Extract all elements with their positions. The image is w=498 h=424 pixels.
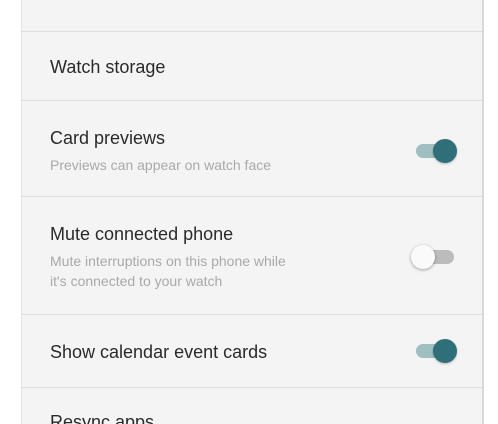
setting-title: Card previews	[50, 128, 166, 148]
toggle-thumb	[433, 139, 457, 163]
setting-show-calendar-event-cards[interactable]: Show calendar event cards	[22, 315, 482, 387]
mute-connected-phone-toggle[interactable]	[411, 242, 461, 272]
setting-resync-apps[interactable]: Resync apps	[22, 388, 482, 424]
screenshot-frame: Watch storage Card previews Previews can…	[0, 0, 498, 424]
settings-list: Watch storage Card previews Previews can…	[21, 0, 484, 424]
setting-mute-connected-phone[interactable]: Mute connected phone Mute interruptions …	[22, 197, 482, 314]
setting-card-previews[interactable]: Card previews Previews can appear on wat…	[22, 101, 482, 196]
toggle-thumb	[433, 339, 457, 363]
setting-subtitle-line-1: Mute interruptions on this phone while	[50, 253, 286, 269]
show-calendar-event-cards-toggle[interactable]	[413, 336, 461, 366]
setting-subtitle-line-2: it's connected to your watch	[50, 273, 223, 289]
setting-watch-storage[interactable]: Watch storage	[22, 32, 482, 100]
setting-title: Show calendar event cards	[50, 342, 268, 362]
toggle-thumb	[411, 245, 435, 269]
setting-title: Mute connected phone	[50, 224, 234, 244]
setting-title: Watch storage	[50, 57, 166, 77]
setting-title: Resync apps	[50, 412, 155, 424]
previous-item-remnant	[22, 0, 482, 30]
setting-subtitle: Previews can appear on watch face	[50, 157, 272, 173]
card-previews-toggle[interactable]	[413, 136, 461, 166]
